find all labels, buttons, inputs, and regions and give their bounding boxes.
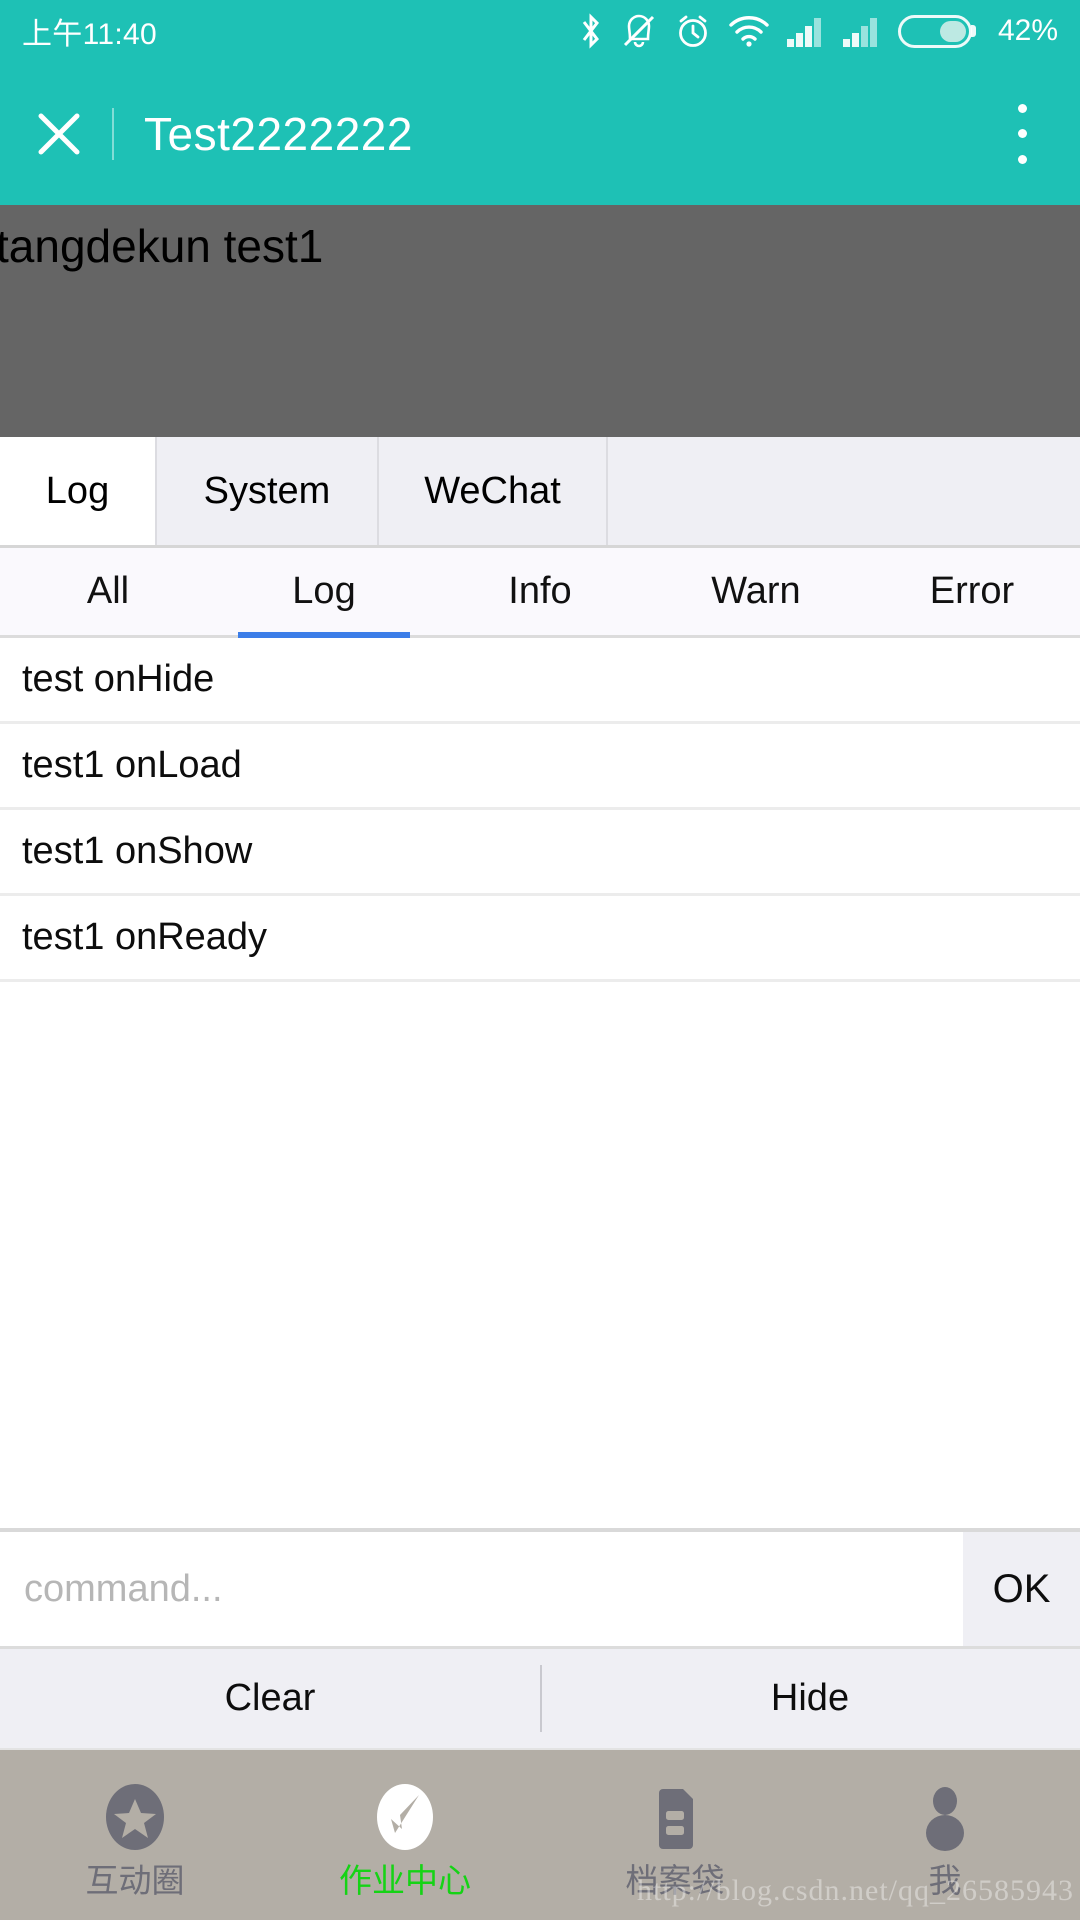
nav-item-portfolio[interactable]: 档案袋 xyxy=(540,1750,810,1920)
log-entry: test1 onReady xyxy=(0,896,1080,982)
console-tab-bar: Log System WeChat xyxy=(0,437,1080,548)
title-bar: Test2222222 xyxy=(0,62,1080,205)
tab-bar-filler xyxy=(608,437,1080,545)
filter-log[interactable]: Log xyxy=(216,548,432,635)
battery-fill xyxy=(940,21,966,42)
check-circle-icon xyxy=(369,1780,441,1854)
tab-log[interactable]: Log xyxy=(0,437,157,545)
log-entry: test1 onLoad xyxy=(0,724,1080,810)
filter-all[interactable]: All xyxy=(0,548,216,635)
wifi-icon xyxy=(728,14,770,48)
filter-info[interactable]: Info xyxy=(432,548,648,635)
nav-label: 作业中心 xyxy=(339,1864,471,1897)
nav-label: 我 xyxy=(929,1864,962,1897)
close-icon[interactable] xyxy=(28,103,90,165)
status-icon-group: 42% xyxy=(578,12,1058,50)
signal-bars-2-icon xyxy=(842,14,882,48)
log-entry: test1 onShow xyxy=(0,810,1080,896)
title-divider xyxy=(112,108,114,160)
menu-dot xyxy=(1018,155,1027,164)
nav-item-me[interactable]: 我 xyxy=(810,1750,1080,1920)
tab-wechat[interactable]: WeChat xyxy=(379,437,608,545)
filter-error[interactable]: Error xyxy=(864,548,1080,635)
command-submit-button[interactable]: OK xyxy=(963,1532,1080,1646)
alarm-clock-icon xyxy=(674,12,712,50)
menu-dot xyxy=(1018,129,1027,138)
bottom-navigation: 互动圈 作业中心 档案袋 xyxy=(0,1748,1080,1920)
person-icon xyxy=(909,1780,981,1854)
webview-text: tangdekun test1 xyxy=(0,223,323,269)
tab-system[interactable]: System xyxy=(157,437,379,545)
log-filter-bar: All Log Info Warn Error xyxy=(0,548,1080,638)
nav-item-homework-center[interactable]: 作业中心 xyxy=(270,1750,540,1920)
nav-label: 档案袋 xyxy=(626,1864,725,1897)
hide-button[interactable]: Hide xyxy=(540,1649,1080,1748)
document-icon xyxy=(639,1780,711,1854)
mute-bell-icon xyxy=(620,12,658,50)
battery-icon xyxy=(898,15,972,48)
command-bar: OK xyxy=(0,1528,1080,1646)
log-entry: test onHide xyxy=(0,638,1080,724)
star-circle-icon xyxy=(99,1780,171,1854)
log-list[interactable]: test onHide test1 onLoad test1 onShow te… xyxy=(0,638,1080,1528)
nav-label: 互动圈 xyxy=(86,1864,185,1897)
command-input[interactable] xyxy=(0,1532,963,1646)
signal-bars-1-icon xyxy=(786,14,826,48)
page-title: Test2222222 xyxy=(144,107,413,161)
clear-button[interactable]: Clear xyxy=(0,1649,540,1748)
console-action-bar: Clear Hide xyxy=(0,1646,1080,1748)
nav-item-interactive-circle[interactable]: 互动圈 xyxy=(0,1750,270,1920)
menu-dot xyxy=(1018,104,1027,113)
battery-percent: 42% xyxy=(998,14,1058,48)
app-root: 上午11:40 xyxy=(0,0,1080,1920)
overflow-menu-icon[interactable] xyxy=(992,97,1052,171)
filter-warn[interactable]: Warn xyxy=(648,548,864,635)
bluetooth-icon xyxy=(578,12,604,50)
webview-content[interactable]: tangdekun test1 xyxy=(0,205,1080,437)
status-time: 上午11:40 xyxy=(22,9,157,53)
status-bar: 上午11:40 xyxy=(0,0,1080,62)
